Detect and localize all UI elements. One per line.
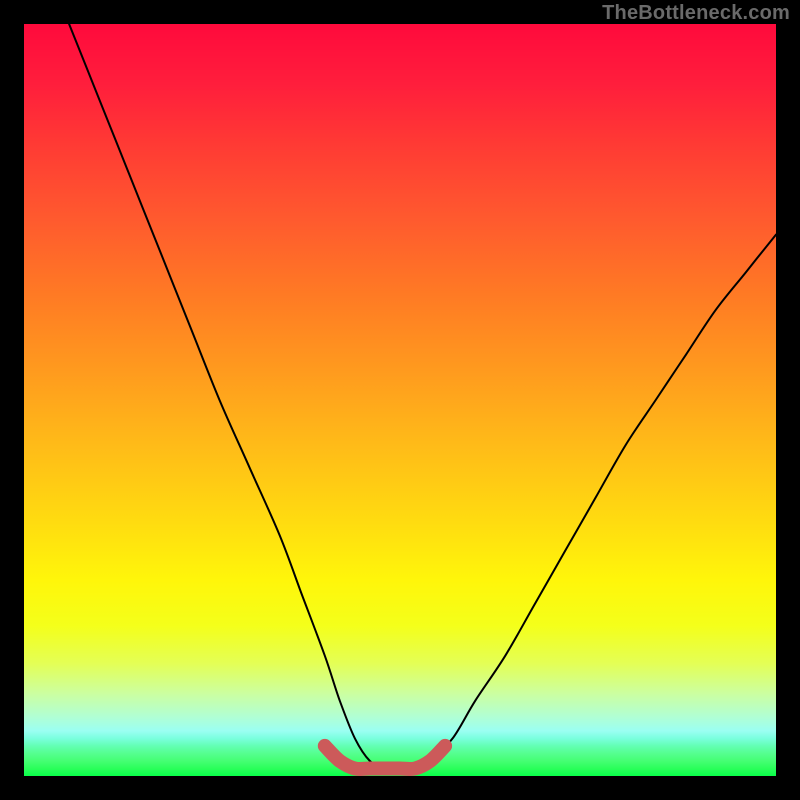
- bottleneck-curve: [69, 24, 776, 769]
- chart-svg: [24, 24, 776, 776]
- chart-plot-area: [24, 24, 776, 776]
- watermark-text: TheBottleneck.com: [602, 2, 790, 25]
- optimal-band: [325, 746, 445, 769]
- chart-frame: TheBottleneck.com: [0, 0, 800, 800]
